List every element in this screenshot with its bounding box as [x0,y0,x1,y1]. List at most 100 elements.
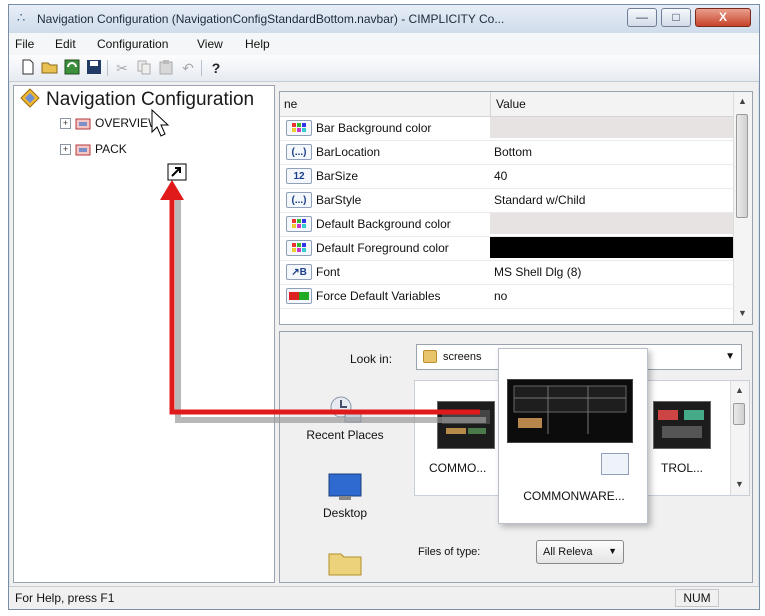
property-name: Force Default Variables [316,289,441,303]
shortcut-icon [601,453,629,475]
scroll-up-arrow[interactable]: ▲ [735,385,744,395]
place-desktop[interactable]: Desktop [280,472,410,520]
chevron-down-icon[interactable]: ▼ [725,351,735,362]
title-bar: ∴ Navigation Configuration (NavigationCo… [9,5,759,34]
close-button[interactable]: X [695,8,751,27]
tree-root-label: Navigation Configuration [46,89,255,110]
new-icon[interactable] [19,59,37,77]
scroll-up-arrow[interactable]: ▲ [738,96,747,106]
num-lock-indicator: NUM [675,589,719,607]
menu-view[interactable]: View [197,37,223,51]
property-row[interactable]: ↗B Font MS Shell Dlg (8) [280,260,734,285]
scroll-thumb[interactable] [733,403,745,425]
scroll-down-arrow[interactable]: ▼ [738,308,747,318]
expand-toggle[interactable]: + [60,144,71,156]
name-column-header[interactable]: ne [284,97,297,111]
property-value[interactable]: no [494,289,507,303]
place-label: Desktop [322,506,368,520]
screen-thumbnail [507,379,633,443]
property-value[interactable]: Standard w/Child [494,193,585,207]
undo-icon[interactable]: ↶ [179,59,197,77]
property-grid: ne Value Bar Background color (...) BarLoc… [279,91,753,325]
property-row[interactable]: (...) BarStyle Standard w/Child [280,188,734,213]
enum-icon: (...) [286,144,312,160]
window-title: Navigation Configuration (NavigationConf… [37,12,505,26]
color-value-swatch[interactable] [490,117,734,138]
place-libraries[interactable] [280,548,410,582]
expand-toggle[interactable]: + [60,118,71,130]
property-value[interactable]: 40 [494,169,507,183]
menu-bar: File Edit Configuration View Help [9,33,759,56]
files-of-type-combo[interactable]: All Releva ▼ [536,540,624,564]
open-file-dialog: Look in: screens ▼ Recent Places Desktop… [279,331,753,583]
main-area: Navigation Configuration + OVERVIEW + PACK… [13,85,753,583]
toolbar-separator [201,60,202,76]
status-help-text: For Help, press F1 [15,591,115,605]
app-window: ∴ Navigation Configuration (NavigationCo… [8,4,760,610]
place-recent[interactable]: Recent Places [280,394,410,442]
maximize-button[interactable]: □ [661,8,691,27]
color-grid-icon [286,120,312,136]
tree-node-overview[interactable]: + OVERVIEW [60,116,159,131]
property-scrollbar[interactable]: ▲ ▼ [733,92,752,324]
screen-icon [75,117,91,131]
toggle-icon [286,288,312,304]
menu-file[interactable]: File [15,37,34,51]
menu-help[interactable]: Help [245,37,270,51]
copy-icon[interactable] [135,59,153,77]
screen-thumbnail [653,401,711,449]
app-icon: ∴ [17,10,26,25]
property-value[interactable]: Bottom [494,145,532,159]
toolbar: ✂ ↶ ? [9,55,759,82]
value-column-header[interactable]: Value [496,97,526,111]
place-label: Recent Places [306,428,384,442]
file-label: COMMONWARE... [523,489,625,503]
save-icon[interactable] [85,59,103,77]
screen-thumbnail [437,401,495,449]
tree-node-pack[interactable]: + PACK [60,142,127,157]
folder-icon [327,548,363,578]
navigation-tree[interactable]: Navigation Configuration + OVERVIEW + PACK [13,85,275,583]
property-row[interactable]: 12 BarSize 40 [280,164,734,189]
property-row[interactable]: Default Background color [280,212,734,237]
property-value[interactable]: MS Shell Dlg (8) [494,265,581,279]
property-row[interactable]: (...) BarLocation Bottom [280,140,734,165]
open-icon[interactable] [41,59,59,77]
places-bar: Recent Places Desktop [280,384,410,580]
files-of-type-label: Files of type: [418,546,481,558]
recent-places-icon [327,394,363,424]
tree-node-label: PACK [95,142,127,156]
menu-edit[interactable]: Edit [55,37,76,51]
property-row[interactable]: Bar Background color [280,116,734,141]
tree-root-item[interactable]: Navigation Configuration [20,88,259,111]
file-preview-popup[interactable]: COMMONWARE... [498,348,648,524]
minimize-button[interactable]: — [627,8,657,27]
toolbar-separator [107,60,108,76]
property-name: Bar Background color [316,121,432,135]
file-list-scrollbar[interactable]: ▲ ▼ [730,381,749,495]
property-row[interactable]: Default Foreground color [280,236,734,261]
tree-node-label: OVERVIEW [95,116,160,130]
color-value-swatch[interactable] [490,213,734,234]
font-icon: ↗B [286,264,312,280]
chevron-down-icon[interactable]: ▼ [608,546,617,556]
scroll-down-arrow[interactable]: ▼ [735,479,744,489]
scroll-thumb[interactable] [736,114,748,218]
look-in-label: Look in: [350,352,393,366]
color-value-swatch[interactable] [490,237,734,258]
property-name: Default Background color [316,217,451,231]
enum-icon: (...) [286,192,312,208]
status-bar: For Help, press F1 NUM [9,586,759,609]
property-name: BarStyle [316,193,362,207]
look-in-value: screens [443,351,482,363]
property-name: BarLocation [316,145,381,159]
files-of-type-value: All Releva [543,546,593,558]
help-icon[interactable]: ? [207,59,225,77]
column-divider[interactable] [490,92,491,116]
menu-configuration[interactable]: Configuration [97,37,168,51]
property-row[interactable]: Force Default Variables no [280,284,734,309]
paste-icon[interactable] [157,59,175,77]
cut-icon[interactable]: ✂ [113,59,131,77]
property-name: Default Foreground color [316,241,449,255]
refresh-icon[interactable] [63,59,81,77]
